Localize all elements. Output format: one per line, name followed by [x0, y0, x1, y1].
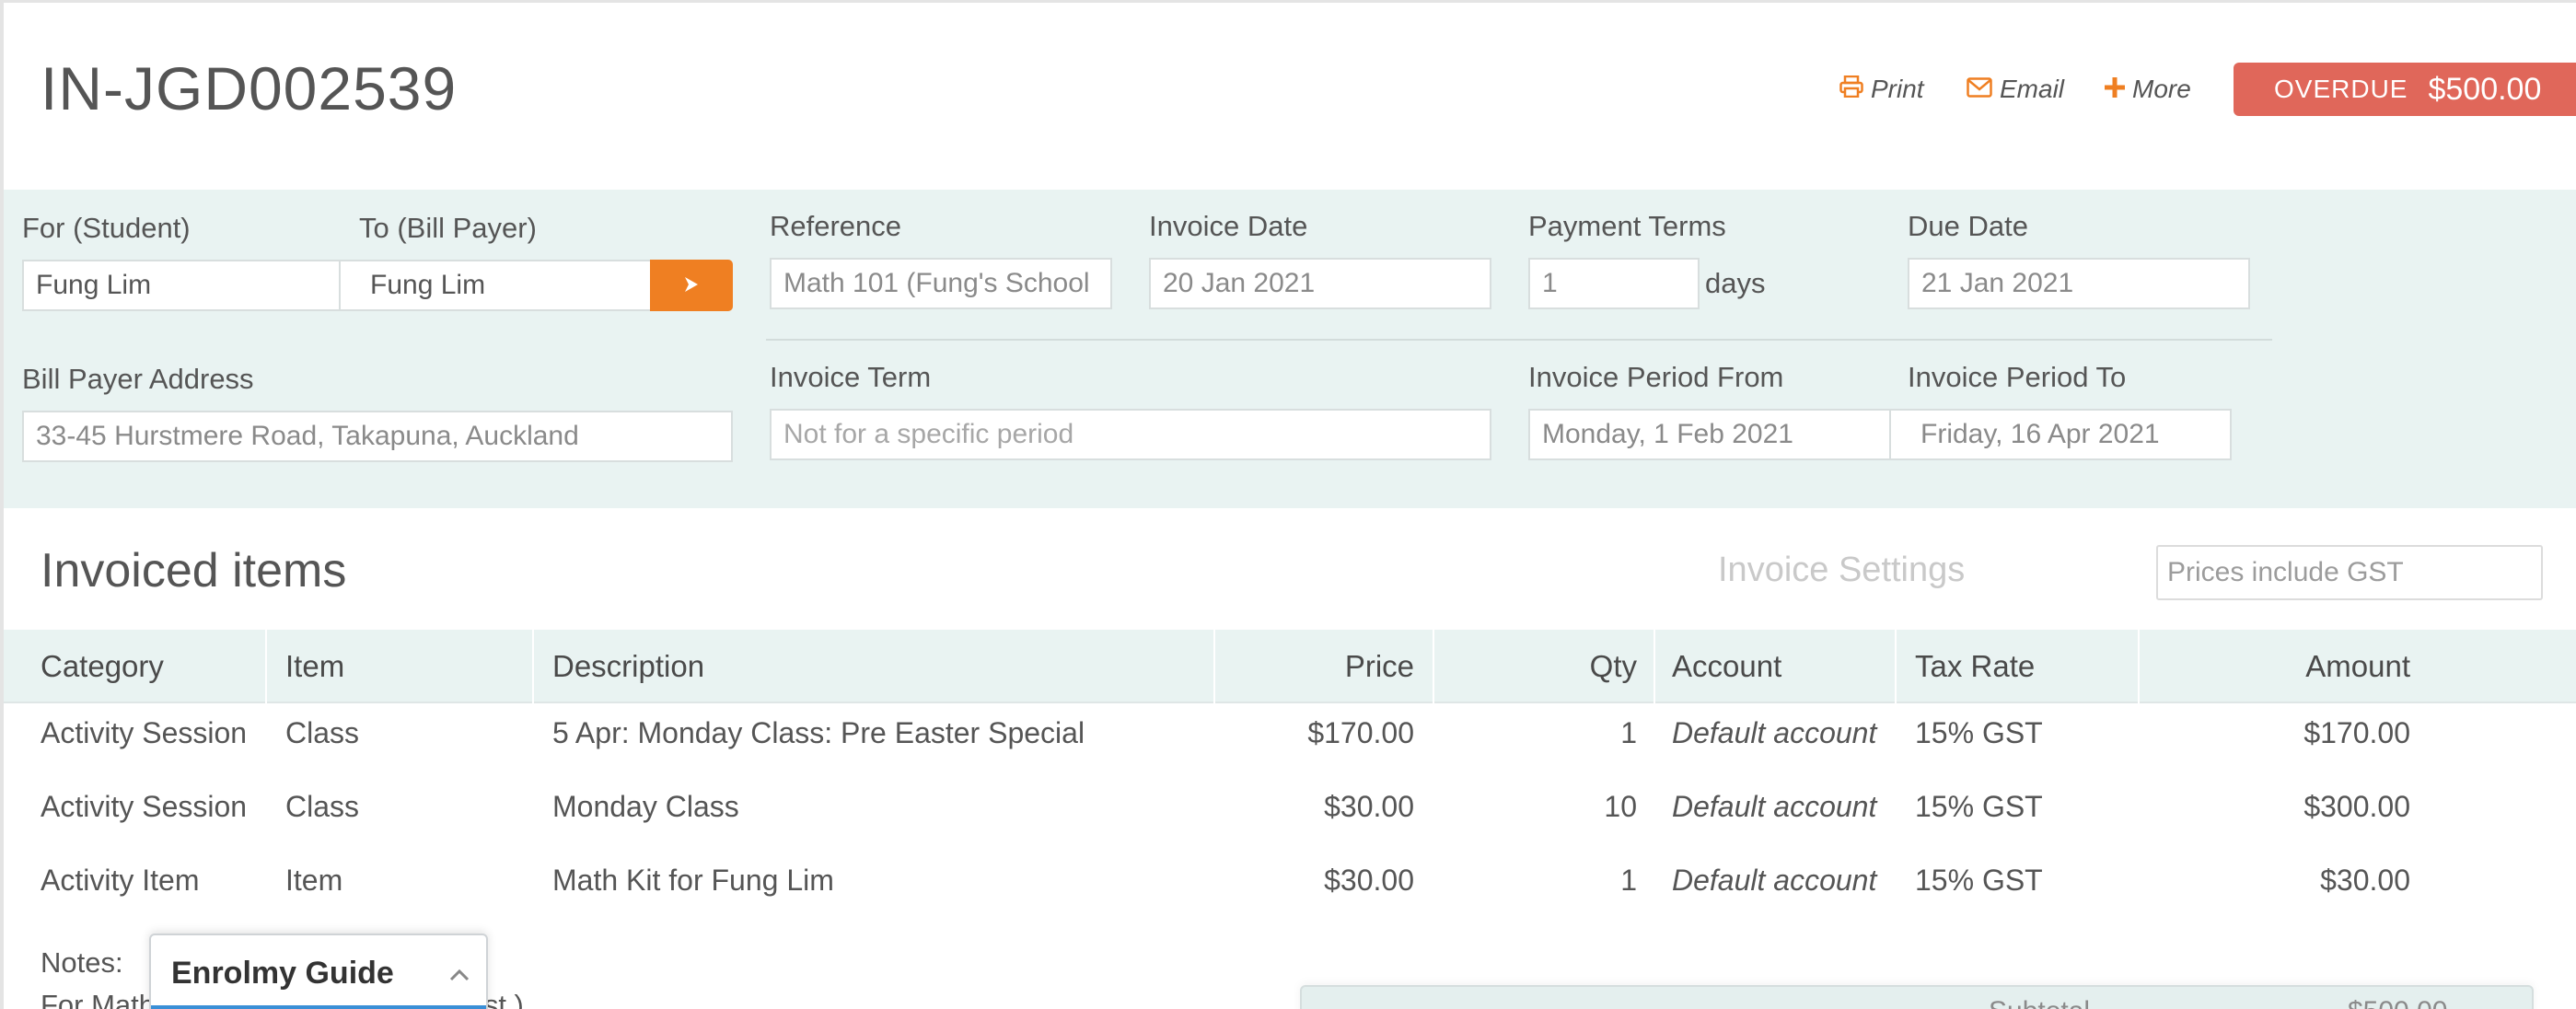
col-separator — [532, 630, 534, 703]
payment-terms-field[interactable]: 1 — [1528, 258, 1700, 309]
period-to-label: Invoice Period To — [1908, 361, 2127, 393]
printer-icon — [1839, 74, 1863, 105]
col-separator — [1433, 630, 1434, 703]
overdue-status-badge[interactable]: OVERDUE $500.00 — [2234, 63, 2576, 116]
cell-amount: $30.00 — [2320, 864, 2410, 897]
payment-terms-label: Payment Terms — [1528, 210, 1726, 242]
more-label: More — [2132, 75, 2191, 103]
col-amount: Amount — [2305, 649, 2410, 683]
invoice-date-field[interactable]: 20 Jan 2021 — [1149, 258, 1491, 309]
col-category: Category — [41, 649, 164, 683]
print-button[interactable]: Print — [1839, 74, 1924, 105]
invoice-date-label: Invoice Date — [1149, 210, 1308, 242]
for-student-field[interactable]: Fung Lim — [22, 260, 341, 311]
email-button[interactable]: Email — [1967, 74, 2064, 105]
cell-account: Default account — [1672, 864, 1877, 897]
enrolmy-guide-widget[interactable]: Enrolmy Guide — [149, 934, 488, 1009]
col-separator — [2138, 630, 2140, 703]
col-separator — [1895, 630, 1897, 703]
col-item: Item — [285, 649, 345, 683]
chevron-right-icon — [683, 271, 700, 300]
cell-description: Math Kit for Fung Lim — [552, 864, 834, 897]
plus-icon — [2105, 74, 2125, 105]
due-date-field[interactable]: 21 Jan 2021 — [1908, 258, 2250, 309]
cell-qty: 1 — [1620, 716, 1637, 749]
cell-tax-rate: 15% GST — [1915, 716, 2043, 749]
subtotal-label: Subtotal — [1989, 996, 2090, 1009]
col-separator — [265, 630, 267, 703]
notes-text: For Math — [41, 989, 156, 1009]
email-label: Email — [2000, 75, 2065, 103]
cell-account: Default account — [1672, 716, 1877, 749]
subtotal-amount: $500.00 — [2348, 996, 2447, 1009]
period-from-label: Invoice Period From — [1528, 361, 1784, 393]
col-separator — [1213, 630, 1215, 703]
col-tax-rate: Tax Rate — [1915, 649, 2036, 683]
cell-description: 5 Apr: Monday Class: Pre Easter Special — [552, 716, 1085, 749]
invoice-settings-link[interactable]: Invoice Settings — [1718, 551, 1965, 590]
to-bill-payer-field[interactable]: Fung Lim — [339, 260, 652, 311]
col-price: Price — [1344, 649, 1414, 683]
cell-category: Activity Session — [41, 790, 248, 823]
cell-amount: $300.00 — [2303, 790, 2410, 823]
cell-item: Item — [285, 864, 343, 897]
for-student-label: For (Student) — [22, 212, 191, 244]
reference-label: Reference — [770, 210, 902, 242]
cell-description: Monday Class — [552, 790, 739, 823]
cell-tax-rate: 15% GST — [1915, 790, 2043, 823]
to-bill-payer-label: To (Bill Payer) — [359, 212, 537, 244]
notes-label: Notes: — [41, 946, 123, 979]
envelope-icon — [1967, 74, 1992, 105]
col-description: Description — [552, 649, 705, 683]
payment-terms-suffix: days — [1705, 267, 1766, 299]
due-date-label: Due Date — [1908, 210, 2028, 242]
col-qty: Qty — [1589, 649, 1637, 683]
invoice-term-label: Invoice Term — [770, 361, 932, 393]
cell-item: Class — [285, 790, 360, 823]
cell-qty: 1 — [1620, 864, 1637, 897]
cell-price: $30.00 — [1324, 790, 1414, 823]
reference-field[interactable]: Math 101 (Fung's School — [770, 258, 1112, 309]
cell-qty: 10 — [1604, 790, 1637, 823]
cell-amount: $170.00 — [2303, 716, 2410, 749]
col-separator — [1654, 630, 1655, 703]
cell-price: $30.00 — [1324, 864, 1414, 897]
guide-title: Enrolmy Guide — [171, 956, 394, 991]
invoiced-items-title: Invoiced items — [41, 544, 347, 597]
cell-item: Class — [285, 716, 360, 749]
cell-price: $170.00 — [1307, 716, 1414, 749]
period-to-field[interactable]: Friday, 16 Apr 2021 — [1889, 409, 2232, 460]
invoice-number: IN-JGD002539 — [41, 54, 458, 122]
gst-mode-select[interactable]: Prices include GST — [2156, 545, 2543, 600]
status-amount: $500.00 — [2428, 71, 2542, 107]
guide-progress-bar — [151, 1005, 486, 1009]
period-from-field[interactable]: Monday, 1 Feb 2021 — [1528, 409, 1891, 460]
cell-tax-rate: 15% GST — [1915, 864, 2043, 897]
print-label: Print — [1871, 75, 1924, 103]
cell-category: Activity Item — [41, 864, 200, 897]
bill-payer-address-label: Bill Payer Address — [22, 363, 254, 395]
chevron-up-icon[interactable] — [447, 963, 471, 987]
form-divider — [766, 339, 2272, 341]
status-label: OVERDUE — [2274, 75, 2408, 103]
cell-category: Activity Session — [41, 716, 248, 749]
bill-payer-address-field[interactable]: 33-45 Hurstmere Road, Takapuna, Auckland — [22, 411, 733, 462]
more-button[interactable]: More — [2105, 74, 2191, 105]
cell-account: Default account — [1672, 790, 1877, 823]
open-bill-payer-button[interactable] — [650, 260, 733, 311]
invoice-term-field[interactable]: Not for a specific period — [770, 409, 1491, 460]
items-table-header: Category Item Description Price Qty Acco… — [4, 630, 2576, 703]
col-account: Account — [1672, 649, 1782, 683]
